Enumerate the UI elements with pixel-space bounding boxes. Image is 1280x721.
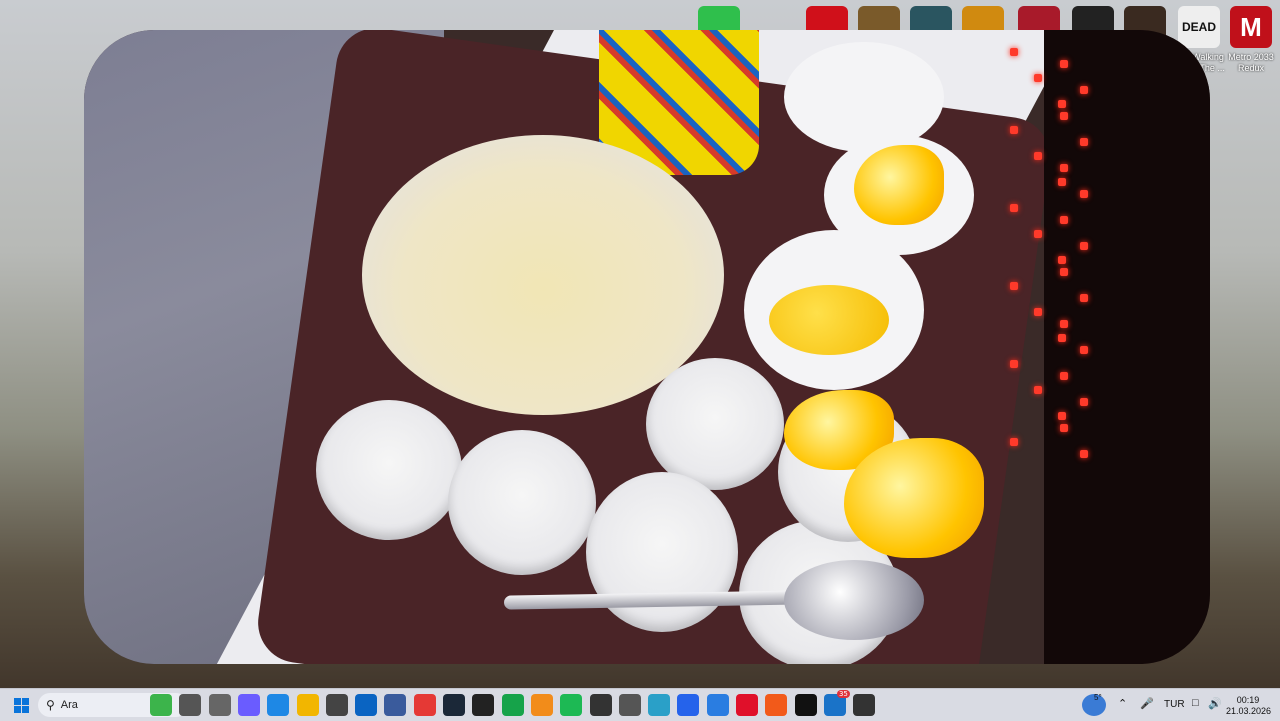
search-placeholder: Ara [60,699,78,711]
keyboard-led [1058,334,1066,342]
metro-shortcut-badge: M [1240,11,1262,42]
opera-icon[interactable] [736,694,758,716]
keyboard-led [1060,164,1068,172]
keyboard-led [1034,230,1042,238]
small-bowl-1 [316,400,462,540]
copilot-icon[interactable] [237,694,260,716]
calculator-icon[interactable] [384,694,407,716]
keyboard-led [1060,372,1068,380]
clock-icon[interactable] [618,694,641,716]
xbox-icon[interactable] [501,694,524,716]
steam-icon[interactable] [443,694,465,716]
clock-date[interactable]: 21.03.2026 [1226,706,1271,716]
spoon-head [784,560,924,640]
windows-logo-icon [13,697,29,713]
taskbar: ⚲ Ara 35 5° ⌃ 🎤 TUR □ 🔊 00:19 21.03.2026 [0,688,1280,721]
signal-icon[interactable] [706,694,729,716]
keyboard-led [1080,242,1088,250]
clock-time[interactable]: 00:19 [1226,695,1270,705]
empty-cup [784,42,944,152]
keyboard-led [1058,256,1066,264]
store-icon[interactable] [325,694,348,716]
obs-icon[interactable] [589,694,612,716]
spotify-icon[interactable] [560,694,583,716]
tiktok-icon[interactable] [794,694,817,716]
settings-gear-icon[interactable] [208,694,231,716]
keyboard-led [1080,398,1088,406]
edge-icon[interactable] [267,694,290,716]
keyboard-led [1010,282,1018,290]
chrome-icon[interactable] [413,694,436,716]
keyboard-led [1080,294,1088,302]
keyboard-led [1010,204,1018,212]
keyboard-led [1060,112,1068,120]
todo-icon[interactable] [677,694,700,716]
keyboard-led [1034,308,1042,316]
keyboard-led [1080,346,1088,354]
metro-shortcut-icon[interactable]: M [1230,6,1272,48]
microphone-icon[interactable]: 🎤 [1140,697,1154,710]
chevron-up-icon[interactable]: ⌃ [1118,697,1127,710]
keyboard-led [1058,178,1066,186]
keyboard-led [1060,320,1068,328]
keyboard-led [1080,138,1088,146]
terminal-icon[interactable] [853,694,876,716]
keyboard-led [1058,412,1066,420]
speaker-icon[interactable]: 🔊 [1208,697,1222,710]
keyboard-led [1060,60,1068,68]
small-bowl-3 [646,358,784,490]
weather-temp: 5° [1094,693,1102,702]
keyboard-led [1010,438,1018,446]
search-icon: ⚲ [46,698,55,712]
keyboard-led [1080,86,1088,94]
keyboard-led [1034,152,1042,160]
mail-icon[interactable]: 35 [823,690,850,716]
keyboard-led [1060,268,1068,276]
camera-overlay-window [84,30,1210,664]
keyboard-led [1060,216,1068,224]
rgb-keyboard [1044,30,1210,664]
keyboard-led [1080,190,1088,198]
language-indicator[interactable]: TUR [1164,699,1185,710]
file-explorer-icon[interactable] [296,694,319,716]
small-bowl-2 [448,430,596,575]
egg-yolk [769,285,889,355]
widgets-icon[interactable] [150,694,172,716]
keyboard-led [1034,386,1042,394]
keyboard-led [1010,126,1018,134]
network-icon[interactable]: □ [1192,697,1199,709]
keyboard-led [1010,48,1018,56]
keyboard-led [1034,74,1042,82]
keyboard-led [1060,424,1068,432]
keyboard-led [1058,100,1066,108]
globe-icon[interactable] [648,694,671,716]
brave-icon[interactable] [765,694,788,716]
keyboard-led [1080,450,1088,458]
metro-shortcut-label[interactable]: Metro 2033 Redux [1221,52,1280,74]
small-bowl-4 [586,472,738,632]
sublime-icon[interactable] [530,694,553,716]
mail-badge: 35 [836,690,850,698]
orange-slice-in-cup [854,145,944,225]
task-view-icon[interactable] [179,694,202,716]
outlook-icon[interactable] [355,694,378,716]
epic-games-icon[interactable] [472,694,495,716]
keyboard-led [1010,360,1018,368]
start-button[interactable] [10,694,32,716]
